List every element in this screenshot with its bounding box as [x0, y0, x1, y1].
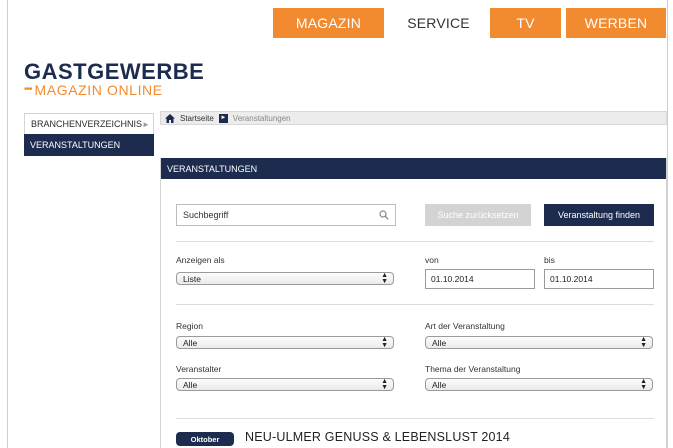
- region-label: Region: [176, 321, 203, 331]
- sidebar-item-label: VERANSTALTUNGEN: [30, 140, 121, 150]
- to-date-input[interactable]: 01.10.2014: [544, 269, 654, 289]
- region-select-value: Alle: [183, 337, 198, 348]
- sidebar: BRANCHENVERZEICHNIS ► VERANSTALTUNGEN: [24, 113, 154, 156]
- logo-dots: •••: [24, 84, 32, 95]
- home-icon[interactable]: [165, 113, 175, 123]
- reset-search-button[interactable]: Suche zurücksetzen: [425, 204, 531, 226]
- page-frame-left: [7, 0, 8, 448]
- event-topic-label: Thema der Veranstaltung: [425, 364, 521, 374]
- from-date-input[interactable]: 01.10.2014: [425, 269, 535, 289]
- search-icon[interactable]: [379, 210, 389, 220]
- organizer-select[interactable]: Alle ▲ ▼: [176, 378, 394, 391]
- select-arrows-icon: ▲ ▼: [640, 335, 647, 349]
- divider: [176, 418, 654, 419]
- top-navigation: MAGAZIN SERVICE TV WERBEN: [273, 8, 666, 38]
- sidebar-item-veranstaltungen[interactable]: VERANSTALTUNGEN: [24, 134, 154, 156]
- search-input-value: Suchbegriff: [183, 210, 229, 220]
- sidebar-item-branchenverzeichnis[interactable]: BRANCHENVERZEICHNIS ►: [24, 113, 154, 134]
- select-arrows-icon: ▲ ▼: [381, 377, 388, 391]
- event-type-label: Art der Veranstaltung: [425, 321, 505, 331]
- display-label: Anzeigen als: [176, 255, 225, 265]
- display-select[interactable]: Liste ▲ ▼: [176, 272, 394, 285]
- event-type-select[interactable]: Alle ▲ ▼: [425, 336, 653, 349]
- sidebar-item-label: BRANCHENVERZEICHNIS: [31, 119, 143, 129]
- event-topic-select[interactable]: Alle ▲ ▼: [425, 378, 653, 391]
- event-title-link[interactable]: NEU-ULMER GENUSS & LEBENSLUST 2014: [245, 430, 510, 444]
- event-topic-select-value: Alle: [432, 379, 447, 390]
- panel-title: VERANSTALTUNGEN: [161, 158, 666, 179]
- breadcrumb-home-link[interactable]: Startseite: [180, 114, 214, 123]
- chevron-right-icon: ►: [142, 119, 150, 129]
- events-panel: VERANSTALTUNGEN Suchbegriff Suche zurück…: [160, 158, 667, 448]
- search-input[interactable]: Suchbegriff: [176, 204, 396, 226]
- logo-subtitle: MAGAZIN ONLINE: [34, 82, 163, 98]
- organizer-select-value: Alle: [183, 379, 198, 390]
- logo-title: GASTGEWERBE: [24, 59, 205, 84]
- find-event-button[interactable]: Veranstaltung finden: [544, 204, 654, 226]
- event-type-select-value: Alle: [432, 337, 447, 348]
- tab-service[interactable]: SERVICE: [389, 8, 488, 38]
- select-arrows-icon: ▲ ▼: [381, 335, 388, 349]
- organizer-label: Veranstalter: [176, 364, 222, 374]
- display-select-value: Liste: [183, 273, 201, 284]
- breadcrumb-arrow-icon: ►: [218, 113, 228, 123]
- select-arrows-icon: ▲ ▼: [381, 271, 388, 285]
- tab-magazin[interactable]: MAGAZIN: [273, 8, 384, 38]
- site-logo[interactable]: GASTGEWERBE ••• MAGAZIN ONLINE: [24, 59, 205, 98]
- divider: [176, 304, 654, 305]
- tab-werben[interactable]: WERBEN: [566, 8, 666, 38]
- tab-tv[interactable]: TV: [490, 8, 561, 38]
- logo-subtitle-row: ••• MAGAZIN ONLINE: [24, 83, 204, 97]
- to-label: bis: [544, 255, 555, 265]
- event-month-badge: Oktober: [176, 432, 234, 446]
- divider: [176, 241, 654, 242]
- from-label: von: [425, 255, 439, 265]
- breadcrumb: Startseite ► Veranstaltungen: [160, 111, 667, 125]
- select-arrows-icon: ▲ ▼: [640, 377, 647, 391]
- page-frame-right: [667, 0, 668, 448]
- breadcrumb-current: Veranstaltungen: [232, 113, 291, 123]
- region-select[interactable]: Alle ▲ ▼: [176, 336, 394, 349]
